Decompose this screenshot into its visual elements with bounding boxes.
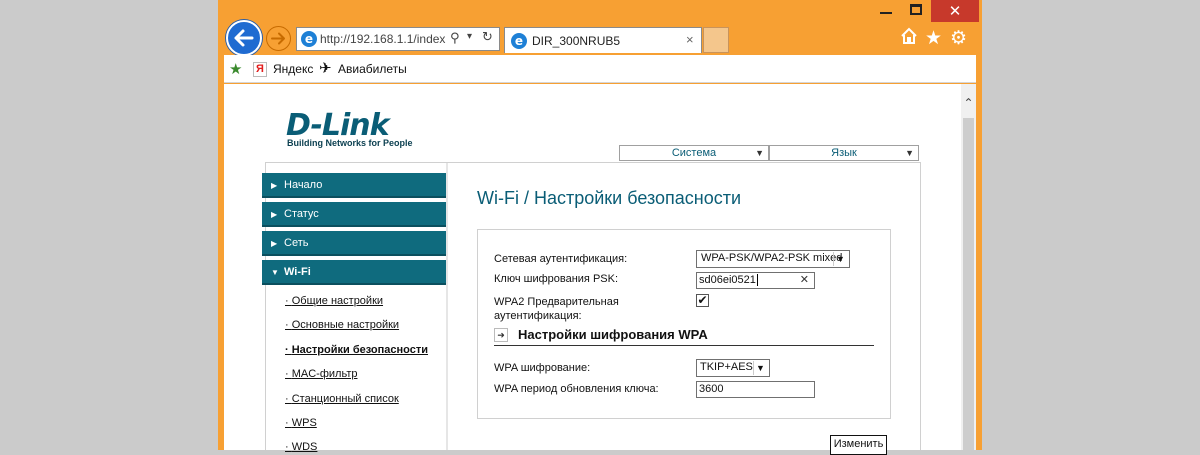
scroll-up-icon[interactable]: ⌃ (961, 96, 976, 110)
psk-input[interactable]: sd06ei0521 ✕ (696, 272, 815, 289)
subnav-wds[interactable]: · WDS (285, 441, 317, 453)
auth-select[interactable]: WPA-PSK/WPA2-PSK mixed ▼ (696, 250, 850, 268)
wpa2-preauth-label-cont: аутентификация: (494, 310, 582, 322)
favorite-avia-link[interactable]: Авиабилеты (338, 62, 407, 76)
add-favorite-icon[interactable]: ★ (229, 60, 242, 78)
change-button[interactable]: Изменить (830, 435, 887, 455)
favorites-bar: ★ Я Яндекс ✈ Авиабилеты (224, 55, 976, 83)
minimize-button[interactable] (880, 12, 892, 14)
system-menu-label: Система (671, 147, 717, 159)
sidebar-item-label: Сеть (284, 237, 309, 249)
chevron-down-icon[interactable]: ▾ (467, 31, 472, 42)
system-menu-dropdown[interactable]: Система ▼ (619, 145, 769, 161)
subnav-wps[interactable]: · WPS (285, 417, 317, 429)
tab-title: DIR_300NRUB5 (532, 34, 621, 48)
wpa-section-title: Настройки шифрования WPA (518, 327, 708, 342)
dropdown-arrow-icon: ▼ (755, 148, 764, 158)
sidebar-item-status[interactable]: ▶ Статус (262, 202, 446, 227)
favorites-star-icon[interactable]: ★ (925, 27, 942, 50)
dropdown-arrow-icon: ▼ (905, 148, 914, 158)
clear-input-icon[interactable]: ✕ (800, 273, 809, 286)
airplane-icon: ✈ (319, 60, 332, 77)
language-menu-label: Язык (831, 147, 857, 159)
refresh-icon[interactable]: ↻ (482, 30, 493, 45)
gear-icon[interactable]: ⚙ (950, 27, 967, 50)
browser-tab[interactable]: e DIR_300NRUB5 × (504, 27, 702, 53)
triangle-right-icon: ▶ (271, 181, 278, 190)
wpa-key-period-label: WPA период обновления ключа: (494, 383, 659, 395)
close-window-button[interactable]: ✕ (931, 0, 979, 22)
subnav-station-list[interactable]: · Станционный список (285, 393, 399, 405)
scroll-thumb[interactable] (963, 118, 974, 450)
wpa-key-period-value: 3600 (699, 383, 724, 395)
maximize-button[interactable] (910, 4, 922, 15)
forward-button[interactable] (266, 26, 291, 51)
psk-label: Ключ шифрования PSK: (494, 273, 619, 285)
auth-label: Сетевая аутентификация: (494, 253, 628, 265)
section-arrow-icon: ➜ (494, 328, 508, 342)
page-title: Wi-Fi / Настройки безопасности (477, 188, 742, 208)
auth-select-value: WPA-PSK/WPA2-PSK mixed (701, 252, 843, 264)
favorite-yandex-link[interactable]: Яндекс (273, 62, 313, 76)
wpa-encryption-label: WPA шифрование: (494, 362, 591, 374)
triangle-right-icon: ▶ (271, 210, 278, 219)
subnav-general-settings[interactable]: · Общие настройки (285, 295, 383, 307)
ie-page-icon: e (301, 31, 317, 47)
sidebar-item-wifi[interactable]: ▼ Wi-Fi (262, 260, 446, 285)
subnav-security-settings[interactable]: · Настройки безопасности (285, 344, 428, 356)
arrow-right-icon (271, 32, 285, 45)
arrow-left-icon (234, 29, 254, 47)
checkmark-icon: ✔ (697, 293, 708, 307)
wpa2-preauth-checkbox[interactable]: ✔ (696, 294, 709, 307)
subnav-basic-settings[interactable]: · Основные настройки (285, 319, 399, 331)
new-tab-button[interactable] (703, 27, 729, 53)
close-icon: ✕ (948, 2, 962, 20)
language-menu-dropdown[interactable]: Язык ▼ (769, 145, 919, 161)
logo-tagline: Building Networks for People (287, 138, 413, 148)
triangle-down-icon: ▼ (271, 268, 279, 277)
sidebar-item-label: Начало (284, 179, 323, 191)
search-icon[interactable]: ⚲ (450, 31, 460, 46)
address-bar[interactable]: e http://192.168.1.1/index ⚲ ▾ ↻ (296, 27, 500, 51)
wpa-encryption-select[interactable]: TKIP+AES ▼ (696, 359, 770, 377)
sidebar-item-start[interactable]: ▶ Начало (262, 173, 446, 198)
triangle-right-icon: ▶ (271, 239, 278, 248)
yandex-icon: Я (253, 62, 267, 77)
sidebar-item-network[interactable]: ▶ Сеть (262, 231, 446, 256)
ie-tab-icon: e (511, 33, 527, 49)
psk-input-value: sd06ei0521 (699, 274, 756, 286)
tab-close-icon[interactable]: × (686, 32, 694, 47)
subnav-mac-filter[interactable]: · MAC-фильтр (285, 368, 357, 380)
home-icon[interactable] (900, 27, 918, 50)
sidebar-item-label: Wi-Fi (284, 266, 311, 278)
wpa-encryption-value: TKIP+AES (700, 361, 753, 373)
sidebar-divider (446, 163, 448, 450)
address-text: http://192.168.1.1/index (320, 32, 446, 46)
chevron-down-icon: ▼ (753, 361, 767, 375)
wpa-key-period-input[interactable]: 3600 (696, 381, 815, 398)
wpa2-preauth-label: WPA2 Предварительная (494, 296, 619, 308)
chevron-down-icon: ▼ (833, 252, 847, 266)
section-divider (494, 345, 874, 346)
back-button[interactable] (226, 20, 262, 56)
sidebar-item-label: Статус (284, 208, 319, 220)
